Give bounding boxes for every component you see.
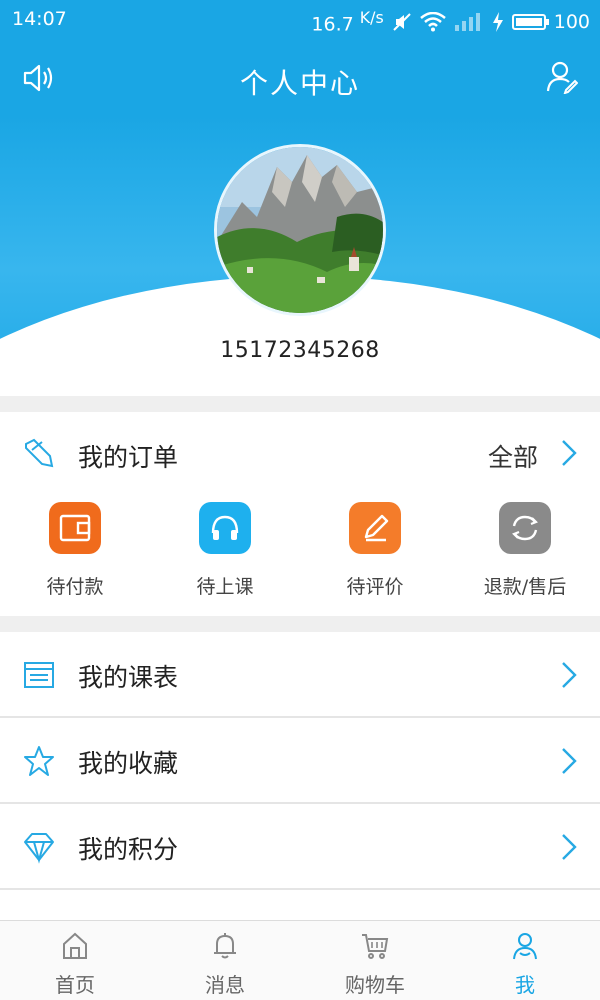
order-status-label: 待评价 <box>346 576 404 598</box>
wallet-icon <box>49 502 101 554</box>
tab-messages[interactable]: 消息 <box>150 921 300 1000</box>
headphones-icon <box>199 502 251 554</box>
cart-icon <box>362 934 389 959</box>
refresh-icon <box>499 502 551 554</box>
orders-section: 我的订单 全部 待付款 待上课 待评价 退款/售后 <box>0 412 600 616</box>
nav-bar: 个人中心 <box>0 40 600 116</box>
avatar-landscape-image <box>217 147 383 313</box>
order-status-label: 待上课 <box>196 576 254 598</box>
chevron-right-icon <box>562 662 577 688</box>
tab-label: 消息 <box>205 973 245 997</box>
tab-label: 我 <box>515 973 535 997</box>
pin-icon <box>25 438 54 468</box>
order-status-list: 待付款 待上课 待评价 退款/售后 <box>0 502 600 599</box>
user-icon <box>513 933 537 960</box>
chevron-right-icon <box>562 440 577 466</box>
diamond-icon <box>24 833 54 864</box>
pencil-icon <box>349 502 401 554</box>
home-icon <box>63 932 87 959</box>
order-status-label: 待付款 <box>46 576 104 598</box>
tab-home[interactable]: 首页 <box>0 921 150 1000</box>
order-status-pending-review[interactable]: 待评价 <box>300 502 450 599</box>
menu-item-label: 我的课表 <box>78 663 179 692</box>
order-status-refund[interactable]: 退款/售后 <box>450 502 600 599</box>
orders-view-all[interactable]: 全部 <box>488 438 538 474</box>
charging-icon <box>492 11 503 32</box>
mute-icon <box>393 12 411 31</box>
orders-label: 我的订单 <box>78 443 179 472</box>
tab-label: 购物车 <box>345 973 405 997</box>
menu-item-label: 我的积分 <box>78 835 179 864</box>
menu-list: 我的课表 我的收藏 我的积分 <box>0 632 600 930</box>
star-icon <box>24 746 54 776</box>
menu-item-label: 我的收藏 <box>78 749 179 778</box>
chevron-right-icon <box>562 748 577 774</box>
status-time: 14:07 <box>12 8 67 30</box>
menu-item-points[interactable]: 我的积分 <box>0 804 600 890</box>
wifi-icon <box>419 11 446 32</box>
battery-level: 100 <box>553 10 590 33</box>
battery-icon <box>511 13 549 30</box>
network-speed-unit: K/s <box>359 8 384 27</box>
order-status-label: 退款/售后 <box>483 576 567 598</box>
tab-label: 首页 <box>55 973 95 997</box>
bottom-tab-bar: 首页 消息 购物车 我 <box>0 920 600 1000</box>
status-indicators: 16.7 K/s 100 <box>311 8 590 35</box>
page-title: 个人中心 <box>239 67 360 100</box>
avatar[interactable] <box>214 144 386 316</box>
orders-header[interactable]: 我的订单 全部 <box>0 412 600 494</box>
chevron-right-icon <box>562 834 577 860</box>
signal-icon <box>454 12 480 31</box>
tab-me[interactable]: 我 <box>450 921 600 1000</box>
menu-item-favorites[interactable]: 我的收藏 <box>0 718 600 804</box>
status-bar: 14:07 16.7 K/s 100 <box>0 0 600 40</box>
order-status-pending-class[interactable]: 待上课 <box>150 502 300 599</box>
tab-cart[interactable]: 购物车 <box>300 921 450 1000</box>
user-settings-icon[interactable] <box>546 60 578 94</box>
menu-item-schedule[interactable]: 我的课表 <box>0 632 600 718</box>
order-status-pending-payment[interactable]: 待付款 <box>0 502 150 599</box>
schedule-icon <box>24 662 54 688</box>
user-phone: 15172345268 <box>220 338 380 363</box>
bell-icon <box>214 933 236 959</box>
network-speed: 16.7 K/s <box>311 8 384 36</box>
